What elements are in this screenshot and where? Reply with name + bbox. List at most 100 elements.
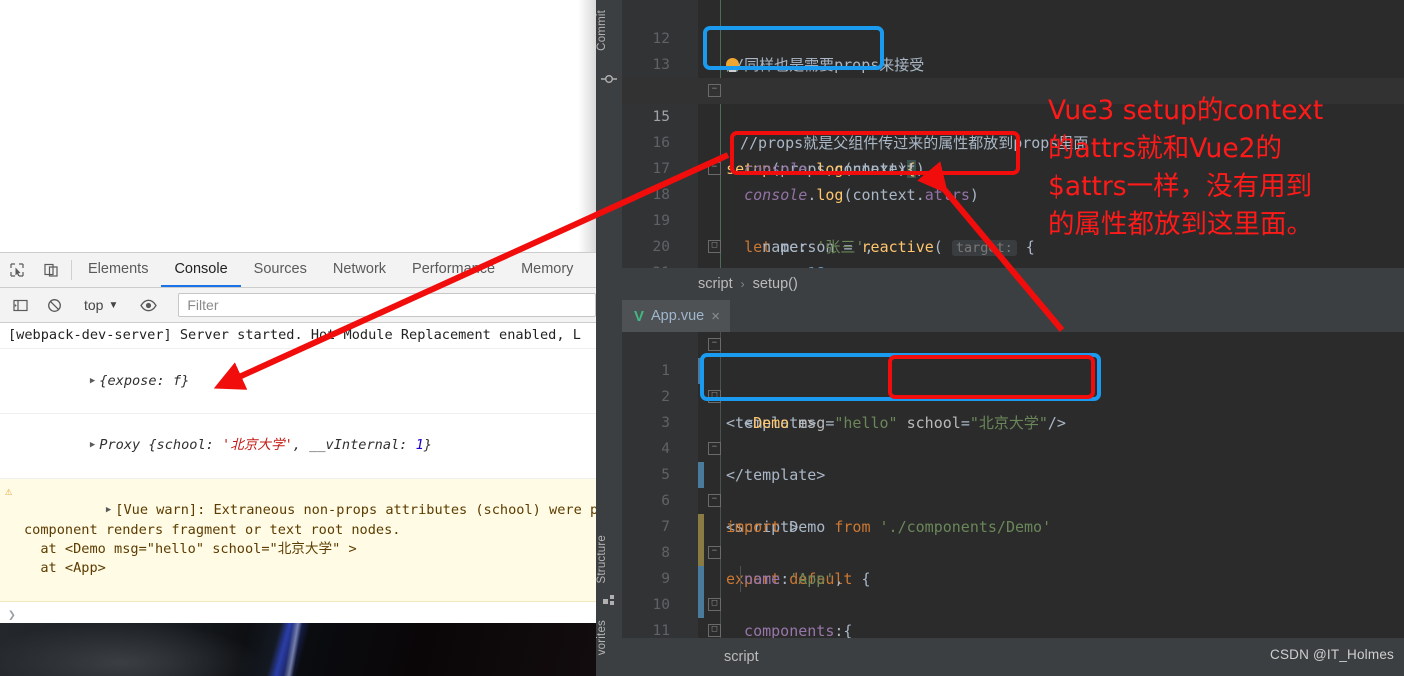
watermark: CSDN @IT_Holmes	[1270, 647, 1394, 662]
desktop-wallpaper-strip	[0, 623, 596, 676]
close-icon[interactable]: ×	[711, 308, 720, 325]
console-row-log: [webpack-dev-server] Server started. Hot…	[0, 323, 596, 350]
statusbar-label: script	[724, 649, 759, 665]
structure-icon[interactable]	[596, 595, 622, 609]
code-line: 18 − let person = reactive( target: {	[622, 156, 1404, 256]
chevron-down-icon: ▼	[108, 299, 119, 311]
line-number: 21	[622, 260, 670, 268]
code-line: 9 − components:{	[622, 540, 1404, 638]
code-line: 10 Demo	[622, 566, 1404, 613]
code-line: 12 □ }	[622, 618, 1404, 638]
intention-bulb-icon[interactable]	[726, 58, 739, 72]
warn-line-3: at <Demo msg="hello" school="北京大学" >	[24, 540, 357, 557]
console-row-expose[interactable]: ▶ {expose: f}	[0, 349, 596, 415]
inspect-element-icon[interactable]	[0, 253, 34, 287]
wallpaper-highlight	[265, 623, 325, 676]
strip-structure-label[interactable]: Structure	[596, 535, 622, 583]
devtools-filterbar: top ▼	[0, 288, 596, 323]
code-line: 1 − <template>	[622, 332, 1404, 432]
fold-end-icon[interactable]: □	[708, 240, 721, 253]
code-line: 5 − <script>	[622, 436, 1404, 536]
breadcrumb-setup[interactable]: setup()	[753, 276, 798, 292]
code-line: 8 name:'App',	[622, 514, 1404, 588]
code-line: 7 − export default {	[622, 488, 1404, 588]
breadcrumb: script › setup()	[622, 268, 1404, 300]
proxy-mid: ,	[292, 437, 310, 454]
expand-triangle-icon[interactable]: ▶	[90, 439, 95, 452]
tab-console[interactable]: Console	[161, 253, 241, 287]
console-sidebar-icon[interactable]	[3, 298, 37, 313]
fold-marker-icon[interactable]: −	[708, 546, 721, 559]
proxy-school-value: '北京大学'	[222, 437, 293, 454]
console-row-vue-warning[interactable]: ⚠ ▶ [Vue warn]: Extraneous non-props attri…	[0, 479, 596, 602]
code-line: 3 □ </template>	[622, 384, 1404, 484]
code-line: 16 console.log(context)	[622, 104, 1404, 178]
breadcrumb-script[interactable]: script	[698, 276, 733, 292]
console-expose-text: {expose: f}	[99, 372, 190, 389]
editor-bottom[interactable]: 1 − <template> 2 <Demo msg="hello" schoo…	[622, 332, 1404, 638]
tab-performance[interactable]: Performance	[399, 253, 508, 287]
tab-elements[interactable]: Elements	[75, 253, 161, 287]
toolbar-divider	[71, 260, 72, 280]
clear-console-icon[interactable]	[37, 298, 71, 313]
expand-triangle-icon[interactable]: ▶	[106, 504, 111, 517]
proxy-vinternal-key: __vInternal:	[309, 437, 416, 454]
filter-input[interactable]	[185, 296, 589, 314]
fold-marker-icon[interactable]: −	[708, 162, 721, 175]
execution-context-selector[interactable]: top ▼	[78, 297, 124, 313]
devtools-panel: Elements Console Sources Network Perform…	[0, 252, 596, 624]
proxy-prefix: Proxy {school:	[99, 437, 223, 454]
strip-favorites-label[interactable]: vorites	[596, 620, 622, 655]
screenshot-root: Elements Console Sources Network Perform…	[0, 0, 1404, 676]
tab-label: App.vue	[651, 308, 705, 324]
editor-tabbar: V App.vue ×	[622, 300, 1404, 334]
code-line: 13 props:['msg'],	[622, 26, 1404, 100]
fold-end-icon[interactable]: □	[708, 390, 721, 403]
code-line: 14 //props就是父组件传过来的属性都放到props里面	[622, 52, 1404, 152]
fold-marker-icon[interactable]: −	[708, 84, 721, 97]
tab-memory[interactable]: Memory	[508, 253, 586, 287]
fold-marker-icon[interactable]: −	[708, 442, 721, 455]
warning-icon: ⚠	[5, 484, 13, 499]
code-line: 6 import Demo from './components/Demo'	[622, 462, 1404, 536]
editor-top[interactable]: 12 //同样也是需要props来接受 13 props:['msg'], 14…	[622, 0, 1404, 268]
console-prompt[interactable]: ❯	[0, 602, 596, 623]
fold-end-icon[interactable]: □	[708, 624, 721, 637]
breadcrumb-separator-icon: ›	[740, 277, 745, 291]
ide-window: Commit Structure vorites 12 //同样也是需要prop…	[596, 0, 1404, 676]
commit-icon[interactable]	[596, 72, 622, 89]
editor-top-body: 12 //同样也是需要props来接受 13 props:['msg'], 14…	[622, 0, 1404, 268]
code-line-current: 15 − setup(props,context){	[622, 78, 1404, 178]
code-line: 20 age: 18,	[622, 208, 1404, 268]
tab-network[interactable]: Network	[320, 253, 399, 287]
vue-file-icon: V	[634, 307, 645, 325]
code-line: 4	[622, 410, 1404, 457]
line-code: age: 18,	[708, 260, 834, 268]
warn-line-1: [Vue warn]: Extraneous non-props attribu…	[115, 502, 596, 519]
devtools-tabbar: Elements Console Sources Network Perform…	[0, 253, 596, 288]
console-row-proxy[interactable]: ▶ Proxy {school: '北京大学', __vInternal: 1}	[0, 414, 596, 480]
tab-app-vue[interactable]: V App.vue ×	[622, 300, 730, 334]
warn-line-4: at <App>	[24, 560, 106, 577]
browser-pane: Elements Console Sources Network Perform…	[0, 0, 596, 676]
context-label: top	[84, 297, 104, 313]
editor-bottom-body: 1 − <template> 2 <Demo msg="hello" schoo…	[622, 332, 1404, 638]
strip-commit-label[interactable]: Commit	[596, 10, 622, 51]
code-line: 2 <Demo msg="hello" school="北京大学"/>	[622, 358, 1404, 432]
filter-input-wrap[interactable]	[178, 293, 596, 317]
indent-guide	[740, 566, 741, 592]
code-line: 17 console.log(context.attrs)	[622, 130, 1404, 204]
fold-end-icon[interactable]: □	[708, 598, 721, 611]
tab-sources[interactable]: Sources	[241, 253, 320, 287]
blank-page-content	[0, 0, 596, 252]
device-toolbar-icon[interactable]	[34, 253, 68, 287]
console-output: [webpack-dev-server] Server started. Hot…	[0, 323, 596, 624]
code-line: 21 □ })	[622, 234, 1404, 268]
eye-icon[interactable]	[131, 299, 165, 312]
fold-marker-icon[interactable]: −	[708, 338, 721, 351]
code-line: 11 □ },	[622, 592, 1404, 638]
expand-triangle-icon[interactable]: ▶	[90, 375, 95, 388]
code-line: 19 name: '张三',	[622, 182, 1404, 256]
proxy-vinternal-value: 1	[415, 437, 424, 454]
fold-marker-icon[interactable]: −	[708, 494, 721, 507]
